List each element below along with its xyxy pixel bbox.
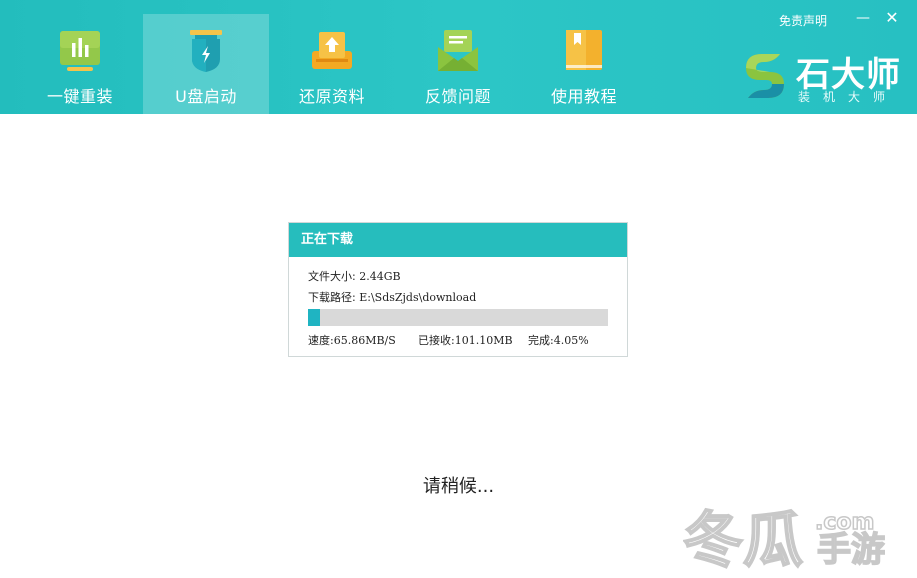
nav-item-restore-data[interactable]: 还原资料 <box>269 14 395 114</box>
nav-item-tutorial[interactable]: 使用教程 <box>521 14 647 114</box>
header-bar: 一键重装 U盘启动 还原资料 反馈问题 使用教程 免责声明 — ✕ 石大师 装机… <box>0 0 917 114</box>
feedback-mail-icon <box>438 30 478 71</box>
brand-logo: 石大师 装机大师 <box>740 50 905 104</box>
download-progress-bar <box>308 309 608 326</box>
brand-swirl-icon <box>746 54 784 98</box>
restore-upload-icon <box>312 32 352 69</box>
watermark-logo: 冬瓜 .com 手游 <box>683 505 886 575</box>
close-button[interactable]: ✕ <box>884 10 900 26</box>
download-path-value: E:\SdsZjds\download <box>359 291 477 304</box>
progress-fill <box>308 309 321 326</box>
main-nav: 一键重装 U盘启动 还原资料 反馈问题 使用教程 <box>17 14 647 114</box>
nav-label: 还原资料 <box>298 87 365 106</box>
nav-label: U盘启动 <box>175 87 237 106</box>
disclaimer-link[interactable]: 免责声明 <box>779 12 827 29</box>
file-size-value: 2.44GB <box>359 270 401 283</box>
download-dialog: 正在下载 文件大小: 2.44GB 下载路径: E:\SdsZjds\downl… <box>288 222 628 357</box>
nav-item-usb-boot[interactable]: U盘启动 <box>143 14 269 114</box>
dialog-title: 正在下载 <box>289 223 627 257</box>
nav-label: 一键重装 <box>46 87 113 106</box>
nav-label: 反馈问题 <box>424 87 491 106</box>
nav-item-one-click-reinstall[interactable]: 一键重装 <box>17 14 143 114</box>
minimize-button[interactable]: — <box>855 10 871 26</box>
nav-label: 使用教程 <box>550 87 617 106</box>
chart-bars-icon <box>60 31 100 71</box>
file-size-label: 文件大小: <box>308 270 356 283</box>
file-size-row: 文件大小: 2.44GB <box>308 268 401 284</box>
nav-item-feedback[interactable]: 反馈问题 <box>395 14 521 114</box>
watermark-suffix: 手游 <box>817 530 885 570</box>
completion-percent: 完成:4.05% <box>528 334 589 347</box>
app-window: 一键重装 U盘启动 还原资料 反馈问题 使用教程 免责声明 — ✕ 石大师 装机… <box>0 0 917 578</box>
brand-subtitle: 装机大师 <box>798 90 899 104</box>
usb-drive-icon <box>190 30 222 72</box>
download-path-label: 下载路径: <box>308 291 356 304</box>
tutorial-book-icon <box>566 30 602 70</box>
download-speed: 速度:65.86MB/S <box>308 334 396 347</box>
watermark-text: 冬瓜 <box>683 506 803 575</box>
download-path-row: 下载路径: E:\SdsZjds\download <box>308 289 476 305</box>
received-amount: 已接收:101.10MB <box>418 334 513 347</box>
